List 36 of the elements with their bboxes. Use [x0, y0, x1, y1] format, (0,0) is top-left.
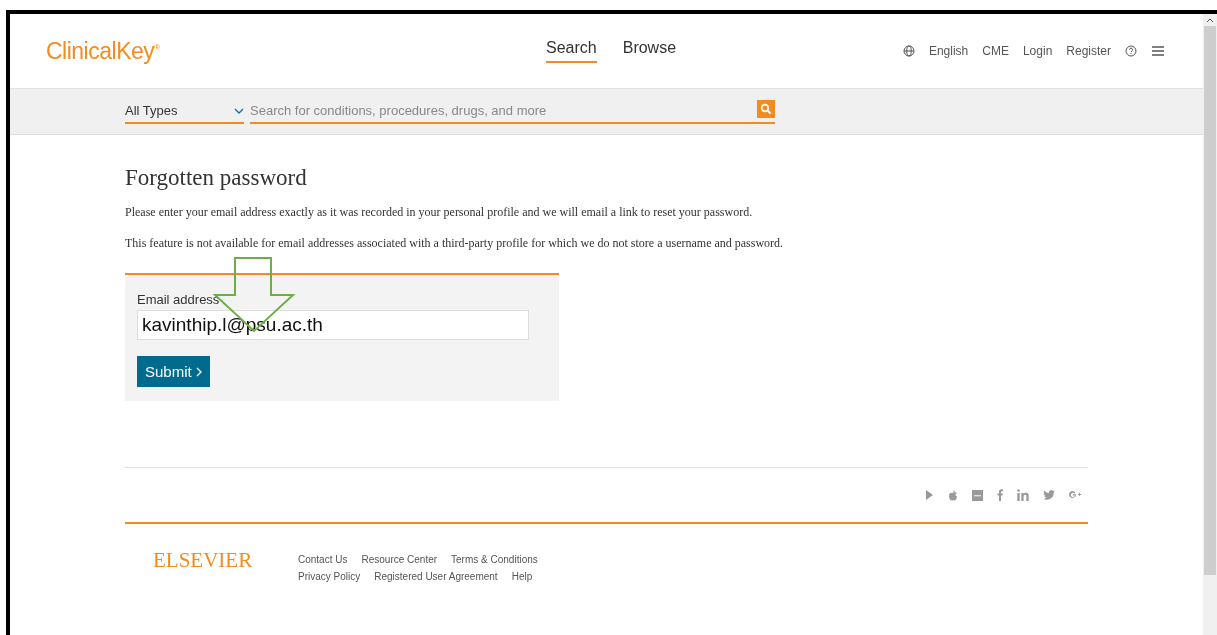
footer-link[interactable]: Contact Us	[298, 554, 348, 565]
brand-logo: ELSEVIER	[153, 548, 254, 574]
page-title: Forgotten password	[125, 165, 308, 191]
help-icon[interactable]	[1125, 45, 1137, 57]
store-icon[interactable]	[972, 489, 983, 501]
field-label: Email address	[137, 292, 221, 307]
search-button[interactable]	[757, 99, 775, 118]
scroll-up-icon[interactable]	[1206, 17, 1214, 23]
play-icon[interactable]	[925, 490, 934, 500]
scrollbar[interactable]	[1203, 14, 1217, 635]
apple-icon[interactable]	[948, 489, 958, 501]
header-link[interactable]: Login	[1022, 44, 1053, 58]
google-plus-icon[interactable]	[1069, 490, 1082, 500]
chevron-down-icon[interactable]	[234, 107, 244, 114]
header-link[interactable]: CME	[982, 44, 1009, 58]
paragraph: Please enter your email address exactly as it was recorded in your personal profile and we will email a link to reset your password.	[125, 205, 754, 220]
menu-icon[interactable]	[1151, 45, 1165, 57]
linkedin-icon[interactable]	[1017, 489, 1029, 501]
facebook-icon[interactable]	[997, 489, 1003, 501]
chevron-right-icon	[195, 367, 202, 377]
footer-link[interactable]: Privacy Policy	[298, 571, 361, 582]
header-link[interactable]: Register	[1066, 44, 1111, 58]
twitter-icon[interactable]	[1043, 490, 1055, 500]
nav-tab[interactable]: Search	[546, 39, 597, 63]
submit-button[interactable]: Submit	[137, 356, 210, 387]
footer-link[interactable]: Registered User Agreement	[374, 571, 498, 582]
footer-link[interactable]: Resource Center	[361, 554, 438, 565]
globe-icon	[902, 45, 915, 57]
footer-link[interactable]: Terms & Conditions	[451, 554, 538, 565]
paragraph: This feature is not available for email addresses associated with a third-party profile for which we do not store a username and password.	[125, 236, 785, 251]
footer-link[interactable]: Help	[511, 571, 533, 582]
type-select[interactable]: All Types	[125, 99, 244, 124]
logo: ClinicalKey$^{®}$	[46, 37, 161, 65]
header-link[interactable]: English	[928, 44, 969, 58]
search-field[interactable]: Search for conditions, procedures, drugs, and more	[250, 103, 757, 118]
nav-tab[interactable]: Browse	[622, 39, 677, 63]
